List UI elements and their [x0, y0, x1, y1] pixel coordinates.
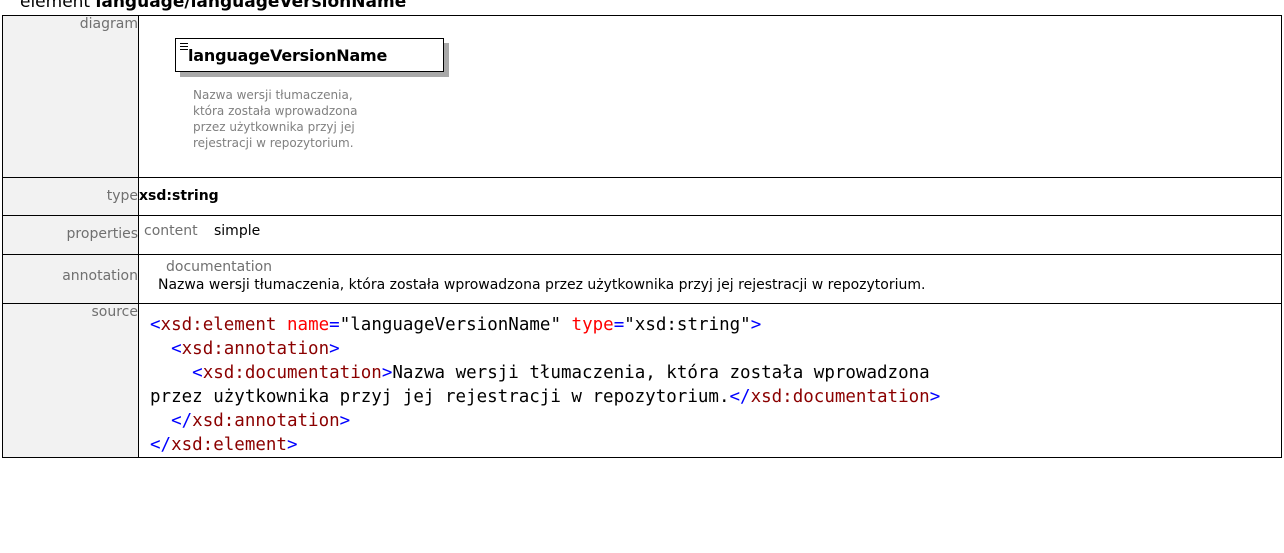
- element-doc-table: diagram languageVersionName Nazwa wersji…: [2, 15, 1282, 458]
- diagram-doc-line: przez użytkownika przyj jej: [193, 120, 355, 134]
- row-type: type xsd:string: [2, 177, 1282, 216]
- diagram-documentation: Nazwa wersji tłumaczenia, która została …: [193, 87, 383, 151]
- source-cell: <xsd:element name="languageVersionName" …: [138, 303, 1282, 458]
- page-title: element language/languageVersionName: [20, 0, 406, 13]
- source-attr-type-value: xsd:string: [634, 315, 741, 335]
- page-title-element: language/languageVersionName: [95, 0, 407, 12]
- annotation-heading: documentation: [166, 259, 273, 275]
- label-properties: properties: [2, 215, 139, 255]
- type-cell: xsd:string: [138, 177, 1282, 216]
- source-attr-type: type: [571, 315, 614, 335]
- label-annotation: annotation: [2, 254, 139, 304]
- row-source: source <xsd:element name="languageVersio…: [2, 303, 1282, 458]
- source-code: <xsd:element name="languageVersionName" …: [150, 315, 941, 455]
- source-doc-line2: przez użytkownika przyj jej rejestracji …: [150, 387, 730, 407]
- source-tag-element: xsd:element: [160, 315, 277, 335]
- property-value: simple: [214, 223, 261, 239]
- row-annotation: annotation documentation Nazwa wersji tł…: [2, 254, 1282, 304]
- property-key: content: [144, 223, 198, 239]
- page-title-prefix: element: [20, 0, 96, 12]
- label-diagram: diagram: [2, 15, 139, 178]
- type-value[interactable]: xsd:string: [139, 178, 1281, 204]
- element-icon: [180, 43, 188, 52]
- label-source: source: [2, 303, 139, 458]
- annotation-text: Nazwa wersji tłumaczenia, która została …: [158, 277, 926, 293]
- diagram-cell: languageVersionName Nazwa wersji tłumacz…: [138, 15, 1282, 178]
- diagram-doc-line: rejestracji w repozytorium.: [193, 136, 354, 150]
- source-tag-documentation-close: xsd:documentation: [750, 387, 930, 407]
- diagram-element-box[interactable]: languageVersionName: [175, 38, 444, 72]
- row-properties: properties content simple: [2, 215, 1282, 255]
- annotation-cell: documentation Nazwa wersji tłumaczenia, …: [138, 254, 1282, 304]
- diagram-doc-line: która została wprowadzona: [193, 104, 358, 118]
- properties-cell: content simple: [138, 215, 1282, 255]
- source-tag-annotation-open: xsd:annotation: [181, 339, 330, 359]
- source-tag-annotation-close: xsd:annotation: [192, 411, 340, 431]
- source-attr-name-value: languageVersionName: [350, 315, 551, 335]
- diagram-element-name: languageVersionName: [188, 46, 388, 65]
- row-diagram: diagram languageVersionName Nazwa wersji…: [2, 15, 1282, 178]
- source-tag-element-close: xsd:element: [171, 435, 287, 455]
- source-tag-documentation-open: xsd:documentation: [202, 363, 382, 383]
- source-doc-line1: Nazwa wersji tłumaczenia, która została …: [392, 363, 930, 383]
- label-type: type: [2, 177, 139, 216]
- source-attr-name: name: [287, 315, 330, 335]
- diagram-doc-line: Nazwa wersji tłumaczenia,: [193, 88, 353, 102]
